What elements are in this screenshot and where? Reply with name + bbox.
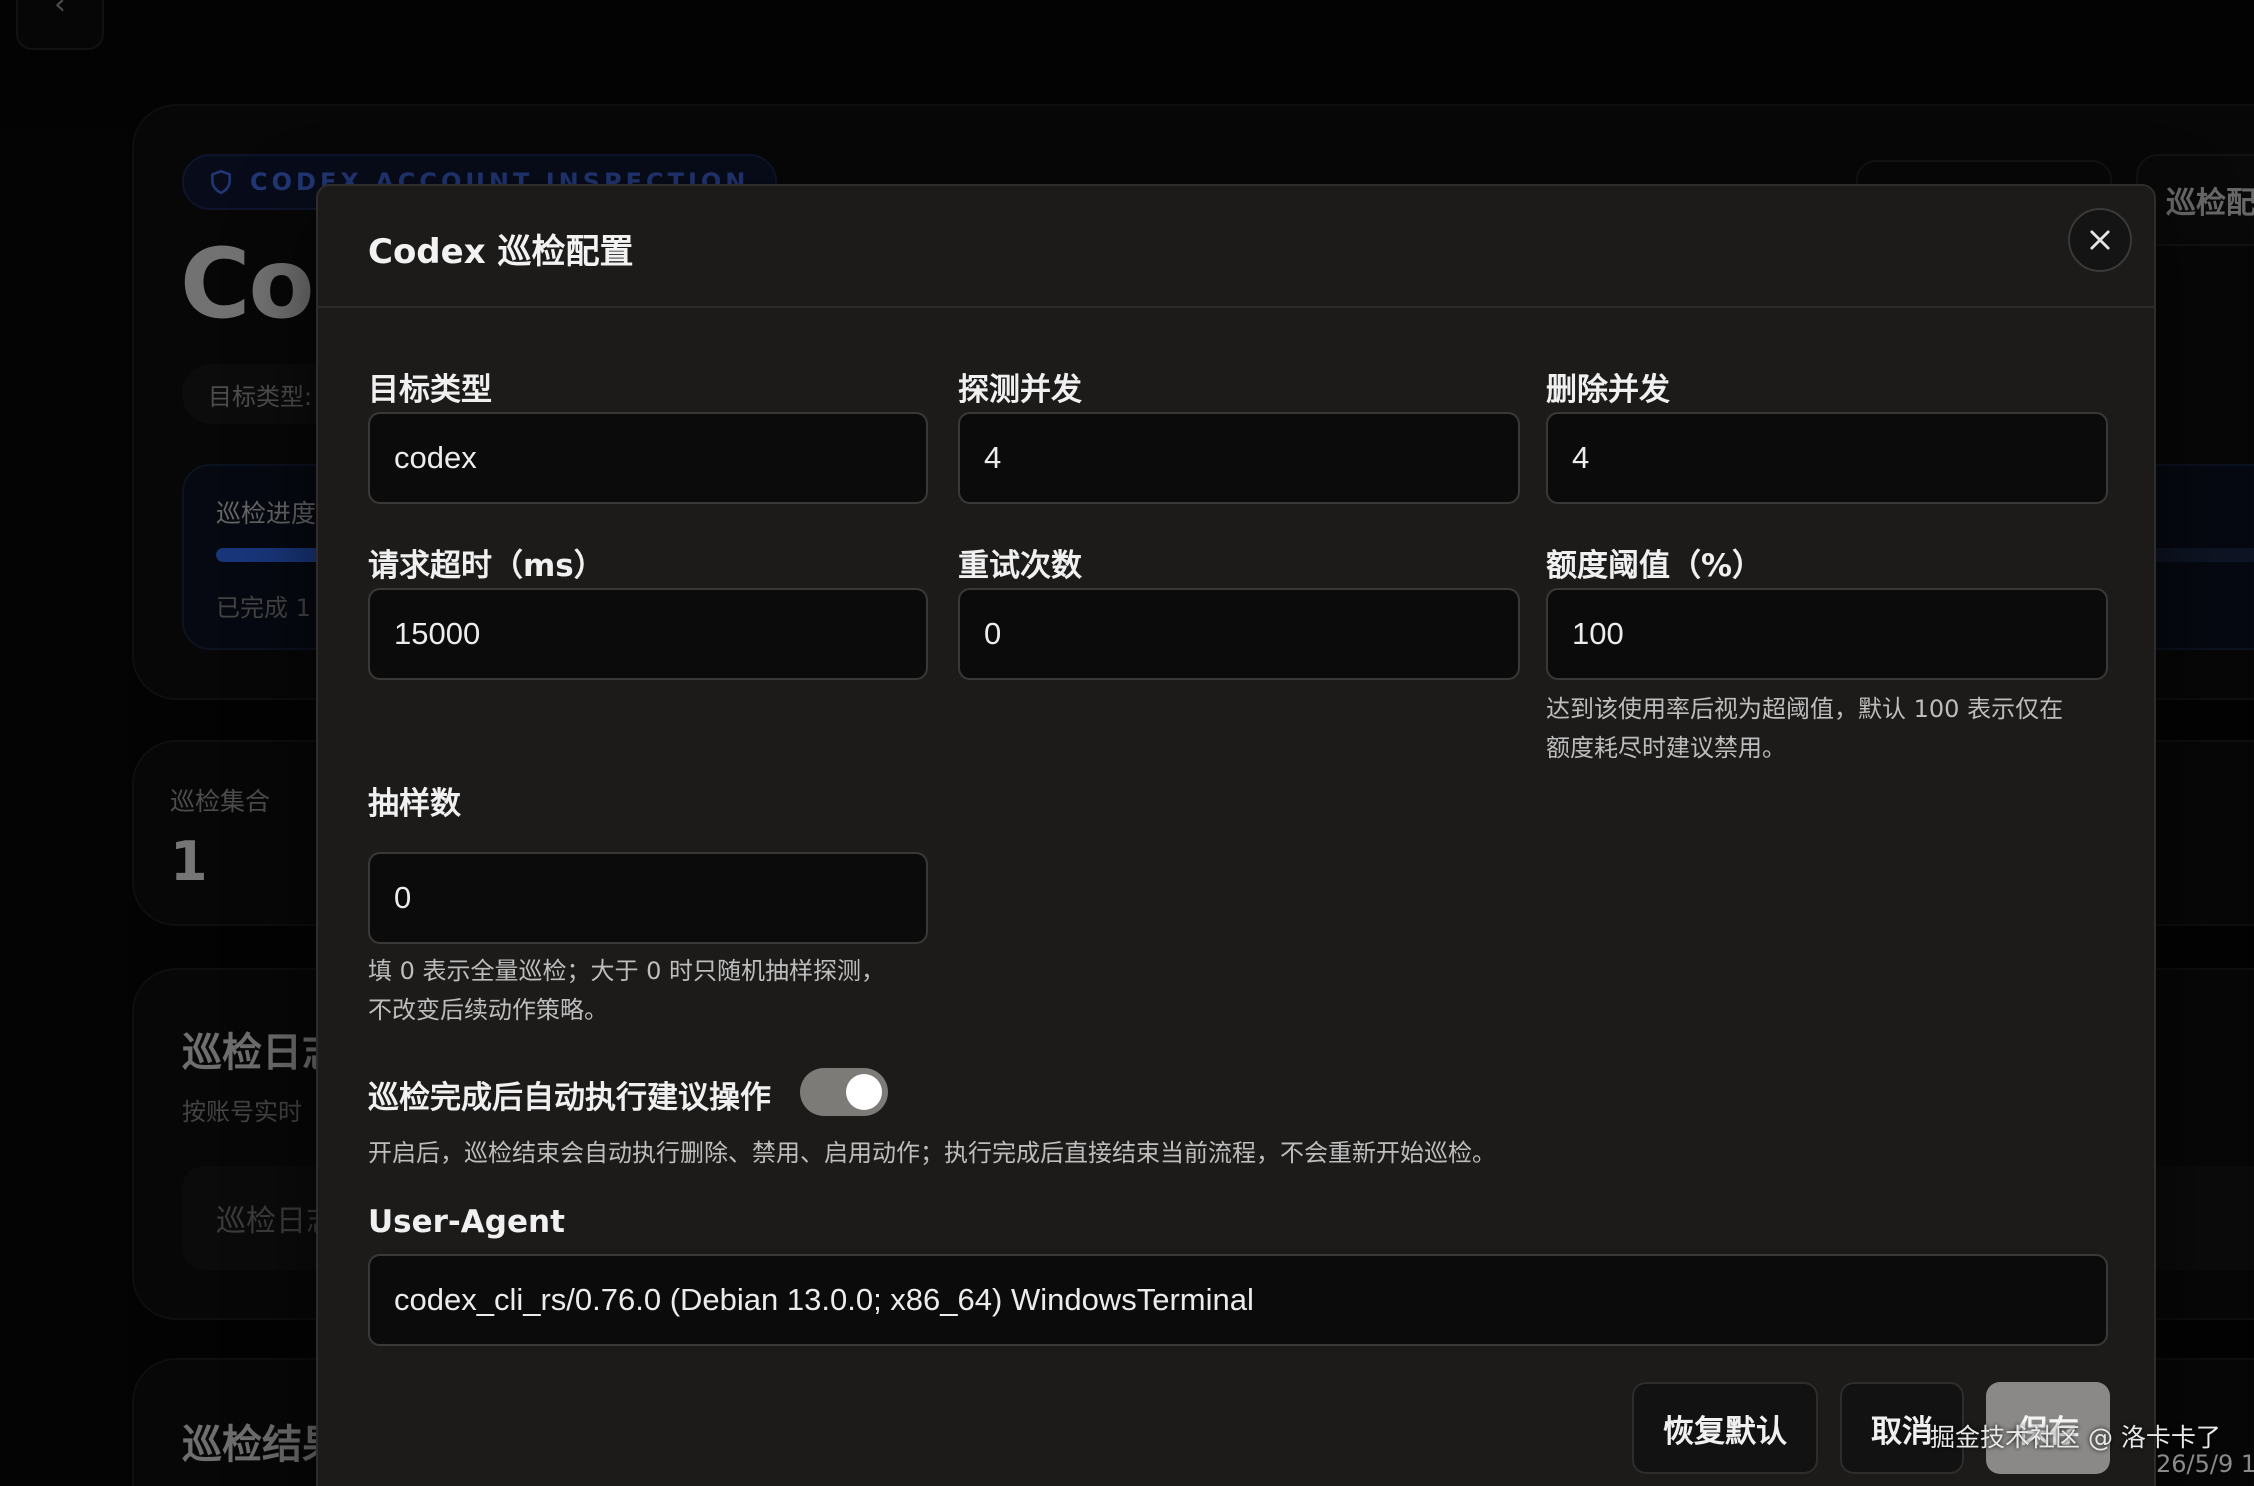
reset-defaults-button[interactable]: 恢复默认 — [1632, 1382, 1818, 1474]
retry-count-label: 重试次数 — [958, 548, 1082, 584]
target-type-label: 目标类型 — [368, 372, 492, 408]
auto-execute-label: 巡检完成后自动执行建议操作 — [368, 1080, 771, 1116]
user-agent-input[interactable] — [368, 1254, 2108, 1346]
sample-count-label: 抽样数 — [368, 786, 461, 822]
user-agent-label: User-Agent — [368, 1204, 565, 1240]
retry-count-input[interactable] — [958, 588, 1520, 680]
delete-concurrency-label: 删除并发 — [1546, 372, 1670, 408]
delete-concurrency-input[interactable] — [1546, 412, 2108, 504]
close-button[interactable] — [2068, 208, 2132, 272]
watermark-text: 掘金技术社区 @ 洛卡卡了 — [1930, 1423, 2221, 1452]
corner-date: 26/5/9 1 — [2156, 1450, 2254, 1478]
auto-execute-toggle[interactable] — [800, 1068, 888, 1116]
toggle-knob — [846, 1074, 882, 1110]
probe-concurrency-input[interactable] — [958, 412, 1520, 504]
quota-threshold-label: 额度阈值（%） — [1546, 548, 1764, 584]
dialog-header: Codex 巡检配置 — [318, 186, 2154, 308]
config-dialog: Codex 巡检配置 目标类型 探测并发 删除并发 请求超时（ms） 重试次数 … — [316, 184, 2156, 1486]
quota-threshold-hint: 达到该使用率后视为超阈值，默认 100 表示仅在 额度耗尽时建议禁用。 — [1546, 690, 2063, 768]
close-icon — [2090, 230, 2110, 250]
probe-concurrency-label: 探测并发 — [958, 372, 1082, 408]
quota-threshold-hint-line: 额度耗尽时建议禁用。 — [1546, 734, 1786, 762]
request-timeout-label: 请求超时（ms） — [368, 548, 605, 584]
quota-threshold-input[interactable] — [1546, 588, 2108, 680]
app-screen: ‹ CODEX ACCOUNT INSPECTION Codex 目标类型: 巡… — [0, 0, 2254, 1486]
dialog-title: Codex 巡检配置 — [368, 232, 634, 272]
auto-execute-hint: 开启后，巡检结束会自动执行删除、禁用、启用动作；执行完成后直接结束当前流程，不会… — [368, 1139, 1496, 1167]
sample-count-input[interactable] — [368, 852, 928, 944]
sample-count-hint-line: 填 0 表示全量巡检；大于 0 时只随机抽样探测， — [368, 957, 886, 985]
target-type-input[interactable] — [368, 412, 928, 504]
sample-count-hint-line: 不改变后续动作策略。 — [368, 996, 608, 1024]
sample-count-hint: 填 0 表示全量巡检；大于 0 时只随机抽样探测， 不改变后续动作策略。 — [368, 952, 885, 1030]
request-timeout-input[interactable] — [368, 588, 928, 680]
quota-threshold-hint-line: 达到该使用率后视为超阈值，默认 100 表示仅在 — [1546, 695, 2064, 723]
